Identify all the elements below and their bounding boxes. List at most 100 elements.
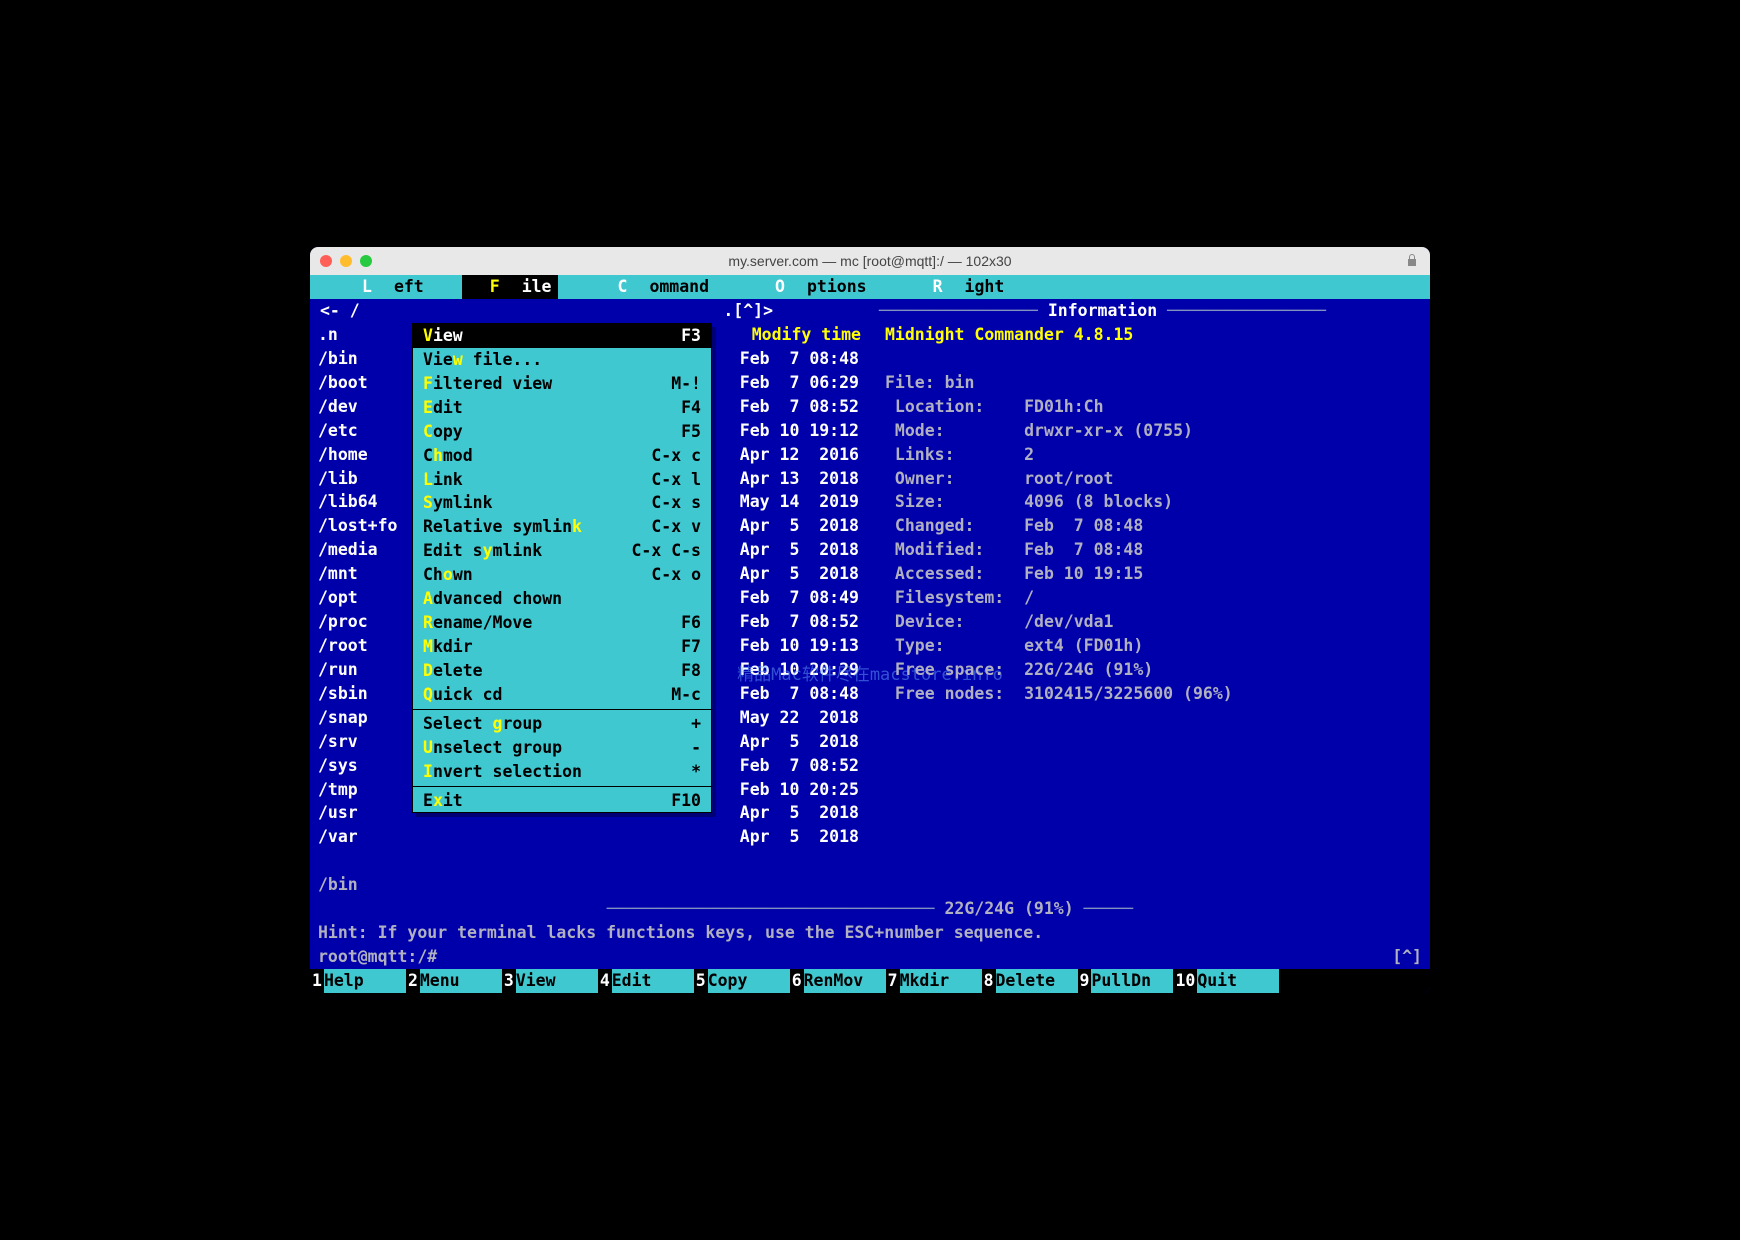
- fkey-pulldn[interactable]: 9PullDn: [1078, 969, 1174, 993]
- list-item[interactable]: /srv: [318, 730, 405, 754]
- menu-item[interactable]: View file...: [413, 348, 711, 372]
- function-key-bar[interactable]: 1Help2Menu3View4Edit5Copy6RenMov7Mkdir8D…: [310, 969, 1430, 993]
- menu-ile[interactable]: File: [462, 275, 558, 299]
- mtime-cell: Feb 7 08:52: [715, 610, 865, 634]
- list-item[interactable]: /var: [318, 825, 405, 849]
- menu-item[interactable]: Advanced chown: [413, 587, 711, 611]
- menu-ommand[interactable]: Command: [574, 275, 732, 299]
- menu-item[interactable]: LinkC-x l: [413, 468, 711, 492]
- list-item[interactable]: /lib: [318, 467, 405, 491]
- list-item[interactable]: /mnt: [318, 562, 405, 586]
- menu-item[interactable]: MkdirF7: [413, 635, 711, 659]
- info-row: Device: /dev/vda1: [885, 610, 1420, 634]
- list-item[interactable]: /opt: [318, 586, 405, 610]
- panels: 精品Mac软件尽在macstore.info .n /bin/boot/dev/…: [310, 323, 1430, 849]
- info-row: Type: ext4 (FD01h): [885, 634, 1420, 658]
- file-menu-dropdown[interactable]: ViewF3View file...Filtered viewM-!EditF4…: [412, 323, 712, 813]
- info-row: Links: 2: [885, 443, 1420, 467]
- list-item[interactable]: /usr: [318, 801, 405, 825]
- fkey-view[interactable]: 3View: [502, 969, 598, 993]
- menu-item[interactable]: Relative symlinkC-x v: [413, 515, 711, 539]
- info-row: Size: 4096 (8 blocks): [885, 490, 1420, 514]
- info-row: Free space: 22G/24G (91%): [885, 658, 1420, 682]
- modify-time-column: Modify time Feb 7 08:48Feb 7 06:29Feb 7 …: [715, 323, 865, 849]
- menu-item[interactable]: CopyF5: [413, 420, 711, 444]
- menu-item[interactable]: Unselect group-: [413, 736, 711, 760]
- menu-item[interactable]: DeleteF8: [413, 659, 711, 683]
- column-header-name: .n: [318, 323, 405, 347]
- fkey-edit[interactable]: 4Edit: [598, 969, 694, 993]
- mtime-cell: Feb 10 20:25: [715, 778, 865, 802]
- list-item[interactable]: /lib64: [318, 490, 405, 514]
- info-row: Free nodes: 3102415/3225600 (96%): [885, 682, 1420, 706]
- menu-eft[interactable]: Left: [318, 275, 446, 299]
- list-item[interactable]: /tmp: [318, 778, 405, 802]
- panel-header-row: <- / .[^]> ──────────────── Information …: [310, 299, 1430, 323]
- app-name: Midnight Commander 4.8.15: [885, 323, 1420, 347]
- menu-item[interactable]: Quick cdM-c: [413, 683, 711, 707]
- mtime-cell: Feb 7 08:52: [715, 395, 865, 419]
- mtime-cell: Feb 7 08:52: [715, 754, 865, 778]
- list-item[interactable]: /snap: [318, 706, 405, 730]
- selected-path: /bin: [310, 873, 1430, 897]
- menu-item[interactable]: Select group+: [413, 712, 711, 736]
- fkey-help[interactable]: 1Help: [310, 969, 406, 993]
- mtime-cell: Apr 5 2018: [715, 514, 865, 538]
- mtime-cell: Feb 10 19:13: [715, 634, 865, 658]
- menu-item[interactable]: Rename/MoveF6: [413, 611, 711, 635]
- mtime-cell: Apr 5 2018: [715, 538, 865, 562]
- disk-usage: ───────────────────────────────── 22G/24…: [310, 897, 1430, 921]
- list-item[interactable]: /proc: [318, 610, 405, 634]
- menu-item[interactable]: Filtered viewM-!: [413, 372, 711, 396]
- info-panel: Midnight Commander 4.8.15 File: bin Loca…: [865, 323, 1430, 849]
- mtime-cell: Feb 7 08:49: [715, 586, 865, 610]
- fkey-copy[interactable]: 5Copy: [694, 969, 790, 993]
- list-item[interactable]: /dev: [318, 395, 405, 419]
- list-item[interactable]: /media: [318, 538, 405, 562]
- info-row: Modified: Feb 7 08:48: [885, 538, 1420, 562]
- list-item[interactable]: /etc: [318, 419, 405, 443]
- mtime-cell: Feb 7 08:48: [715, 347, 865, 371]
- fkey-menu[interactable]: 2Menu: [406, 969, 502, 993]
- lock-icon: [1406, 252, 1418, 271]
- list-item[interactable]: /root: [318, 634, 405, 658]
- menu-item[interactable]: ChmodC-x c: [413, 444, 711, 468]
- list-item[interactable]: /home: [318, 443, 405, 467]
- list-item[interactable]: /lost+fo: [318, 514, 405, 538]
- list-item[interactable]: /sys: [318, 754, 405, 778]
- fkey-renmov[interactable]: 6RenMov: [790, 969, 886, 993]
- mtime-cell: Apr 5 2018: [715, 730, 865, 754]
- list-item[interactable]: /bin: [318, 347, 405, 371]
- terminal-window: my.server.com — mc [root@mqtt]:/ — 102x3…: [310, 247, 1430, 993]
- shell-prompt[interactable]: root@mqtt:/#[^]: [310, 945, 1430, 969]
- list-item[interactable]: /run: [318, 658, 405, 682]
- list-item[interactable]: /boot: [318, 371, 405, 395]
- menu-item[interactable]: ChownC-x o: [413, 563, 711, 587]
- info-row: Mode: drwxr-xr-x (0755): [885, 419, 1420, 443]
- terminal-body: Left File CommandOptionsRight <- / .[^]> ─…: [310, 275, 1430, 993]
- menu-item[interactable]: Edit symlinkC-x C-s: [413, 539, 711, 563]
- menu-item[interactable]: ViewF3: [413, 324, 711, 348]
- fkey-delete[interactable]: 8Delete: [982, 969, 1078, 993]
- fkey-mkdir[interactable]: 7Mkdir: [886, 969, 982, 993]
- info-row: Location: FD01h:Ch: [885, 395, 1420, 419]
- mtime-cell: Apr 5 2018: [715, 825, 865, 849]
- menu-item[interactable]: Invert selection*: [413, 760, 711, 784]
- info-row: Owner: root/root: [885, 467, 1420, 491]
- mtime-cell: Apr 5 2018: [715, 562, 865, 586]
- menu-ight[interactable]: Right: [889, 275, 1027, 299]
- column-header-mtime: Modify time: [715, 323, 865, 347]
- menu-ptions[interactable]: Options: [731, 275, 889, 299]
- breadcrumb-right: .[^]>: [409, 299, 779, 323]
- menu-item[interactable]: EditF4: [413, 396, 711, 420]
- menu-item[interactable]: SymlinkC-x s: [413, 491, 711, 515]
- hint-text: Hint: If your terminal lacks functions k…: [310, 921, 1430, 945]
- mtime-cell: May 14 2019: [715, 490, 865, 514]
- menubar[interactable]: Left File CommandOptionsRight: [310, 275, 1430, 299]
- fkey-quit[interactable]: 10Quit: [1173, 969, 1279, 993]
- left-panel[interactable]: .n /bin/boot/dev/etc/home/lib/lib64/lost…: [310, 323, 405, 849]
- list-item[interactable]: /sbin: [318, 682, 405, 706]
- mtime-cell: May 22 2018: [715, 706, 865, 730]
- info-panel-title: Information: [1048, 301, 1157, 320]
- menu-item[interactable]: ExitF10: [413, 789, 711, 813]
